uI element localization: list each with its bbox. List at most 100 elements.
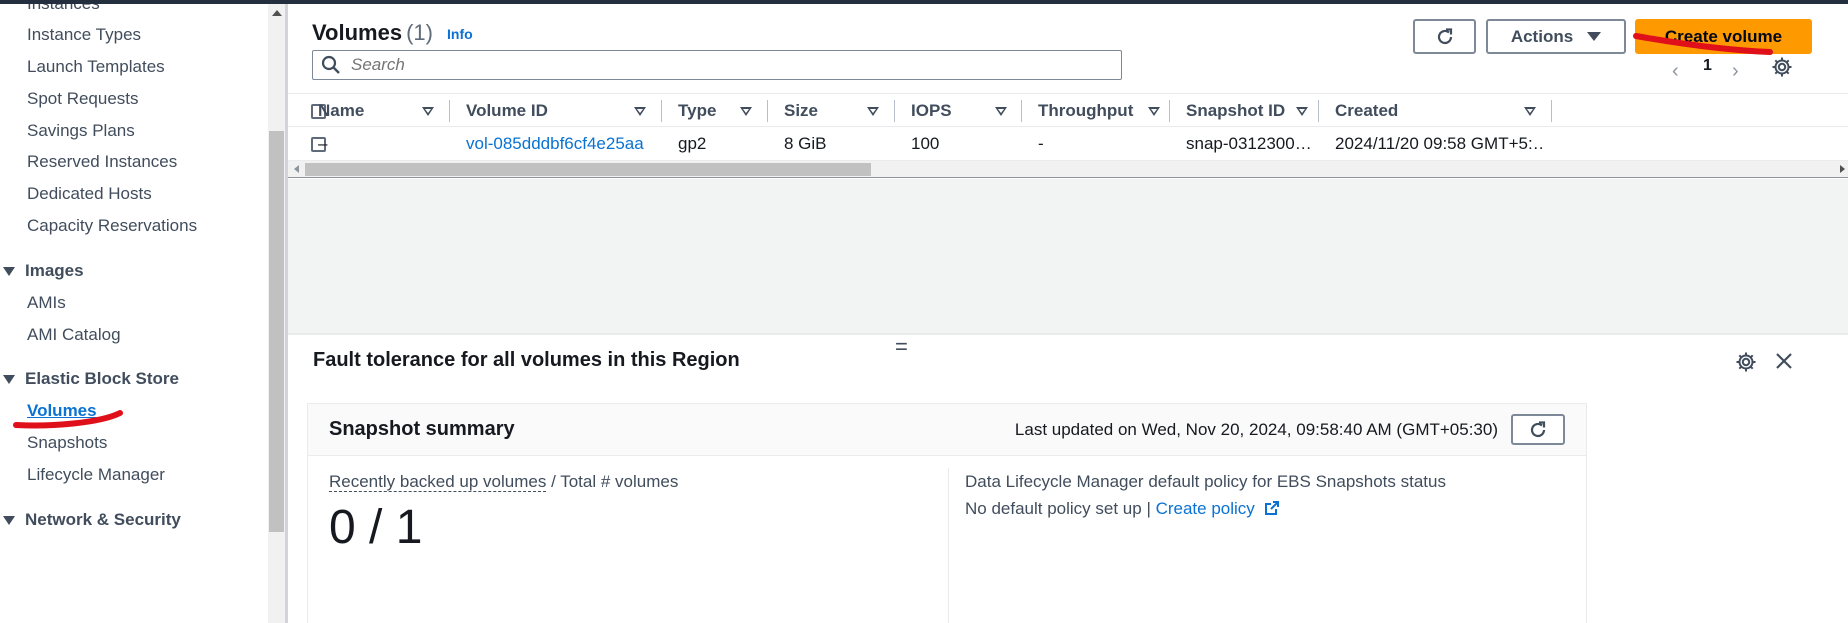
- column-separator[interactable]: [1318, 100, 1319, 122]
- main-content: Volumes(1) Info Actions Create volume ‹ …: [288, 4, 1848, 623]
- column-separator[interactable]: [449, 100, 450, 122]
- sidebar-item-ami-catalog[interactable]: AMI Catalog: [27, 325, 121, 345]
- sidebar-section-label: Elastic Block Store: [25, 369, 180, 388]
- sidebar-item-lifecycle-manager[interactable]: Lifecycle Manager: [27, 465, 165, 485]
- column-header-type[interactable]: Type: [678, 94, 768, 128]
- sort-icon[interactable]: [867, 107, 879, 116]
- dlm-policy-status-text: No default policy set up |: [965, 499, 1156, 518]
- cell-name: –: [318, 134, 328, 153]
- column-separator[interactable]: [1021, 100, 1022, 122]
- column-header-iops[interactable]: IOPS: [911, 94, 1021, 128]
- page-number[interactable]: 1: [1703, 57, 1712, 75]
- search-icon: [321, 55, 340, 74]
- sidebar-scrollbar-thumb[interactable]: [269, 131, 284, 532]
- sidebar-item-instances[interactable]: Instances: [27, 4, 100, 14]
- sort-icon[interactable]: [1296, 107, 1308, 116]
- sidebar-item-reserved-instances[interactable]: Reserved Instances: [27, 152, 177, 172]
- column-header-volume-id[interactable]: Volume ID: [466, 94, 661, 128]
- sidebar-section-network-security[interactable]: Network & Security: [0, 510, 181, 530]
- caret-down-icon: [3, 515, 15, 525]
- sidebar-item-spot-requests[interactable]: Spot Requests: [27, 89, 139, 109]
- table-scrollbar-thumb[interactable]: [305, 163, 871, 176]
- column-header-name[interactable]: Name: [318, 94, 448, 128]
- caret-down-icon: [3, 374, 15, 384]
- dlm-policy-status: No default policy set up | Create policy: [965, 499, 1280, 519]
- caret-down-icon: [3, 266, 15, 276]
- column-separator[interactable]: [1169, 100, 1170, 122]
- scroll-left-arrow-icon[interactable]: [294, 165, 299, 173]
- previous-page-icon[interactable]: ‹: [1672, 60, 1679, 83]
- cell-size: 8 GiB: [784, 134, 827, 153]
- cell-created: 2024/11/20 09:58 GMT+5:…: [1335, 134, 1545, 153]
- column-separator[interactable]: [894, 100, 895, 122]
- sidebar-item-snapshots[interactable]: Snapshots: [27, 433, 107, 453]
- create-policy-label: Create policy: [1155, 499, 1255, 518]
- column-header-label: IOPS: [911, 101, 952, 120]
- column-header-label: Type: [678, 101, 717, 120]
- sidebar-section-images[interactable]: Images: [0, 261, 84, 281]
- sidebar-section-elastic-block-store[interactable]: Elastic Block Store: [0, 369, 179, 389]
- recent-backups-link[interactable]: Recently backed up volumes: [329, 472, 547, 492]
- actions-button[interactable]: Actions: [1486, 19, 1626, 54]
- column-header-label: Snapshot ID: [1186, 101, 1286, 120]
- sort-icon[interactable]: [740, 107, 752, 116]
- external-link-icon: [1264, 501, 1279, 515]
- column-header-label: Name: [318, 101, 365, 120]
- sort-icon[interactable]: [1148, 107, 1160, 116]
- column-separator[interactable]: [1551, 100, 1552, 122]
- scroll-up-arrow-icon[interactable]: [272, 10, 282, 16]
- column-header-created[interactable]: Created: [1335, 94, 1545, 128]
- sort-icon[interactable]: [422, 107, 434, 116]
- column-header-throughput[interactable]: Throughput: [1038, 94, 1168, 128]
- column-header-snapshot-id[interactable]: Snapshot ID: [1186, 94, 1316, 128]
- table-horizontal-scrollbar[interactable]: [288, 161, 1848, 178]
- sort-icon[interactable]: [995, 107, 1007, 116]
- settings-gear-icon[interactable]: [1771, 56, 1793, 83]
- create-volume-button[interactable]: Create volume: [1635, 19, 1812, 54]
- resize-handle-icon[interactable]: =: [895, 334, 908, 360]
- page-title-text: Volumes: [312, 20, 403, 45]
- scroll-right-arrow-icon[interactable]: [1840, 165, 1845, 173]
- sort-icon[interactable]: [1524, 107, 1536, 116]
- column-header-label: Volume ID: [466, 101, 548, 120]
- snapshot-summary-title: Snapshot summary: [329, 418, 515, 440]
- settings-gear-icon[interactable]: [1735, 351, 1757, 378]
- sidebar-section-label: Network & Security: [25, 510, 181, 529]
- sidebar-item-instance-types[interactable]: Instance Types: [27, 25, 141, 45]
- split-panel-border: [288, 333, 1848, 335]
- sidebar-item-volumes[interactable]: Volumes: [27, 401, 97, 421]
- column-separator[interactable]: [767, 100, 768, 122]
- search-input[interactable]: [351, 55, 1111, 75]
- column-separator[interactable]: [661, 100, 662, 122]
- sidebar-item-dedicated-hosts[interactable]: Dedicated Hosts: [27, 184, 152, 204]
- fault-tolerance-title: Fault tolerance for all volumes in this …: [313, 349, 740, 371]
- summary-refresh-button[interactable]: [1511, 414, 1565, 445]
- cell-volume-id[interactable]: vol-085dddbf6cf4e25aa: [466, 127, 661, 161]
- dlm-policy-label: Data Lifecycle Manager default policy fo…: [965, 472, 1446, 491]
- sort-icon[interactable]: [634, 107, 646, 116]
- search-field[interactable]: [312, 50, 1122, 80]
- sidebar-item-capacity-reservations[interactable]: Capacity Reservations: [27, 216, 197, 236]
- table-empty-area: [288, 179, 1848, 334]
- column-header-label: Created: [1335, 101, 1399, 120]
- cell-throughput: -: [1038, 134, 1044, 153]
- sidebar-section-label: Images: [25, 261, 84, 280]
- next-page-icon[interactable]: ›: [1732, 60, 1739, 83]
- column-header-label: Size: [784, 101, 819, 120]
- refresh-icon: [1437, 27, 1452, 44]
- actions-button-label: Actions: [1510, 26, 1574, 46]
- close-icon[interactable]: [1774, 351, 1794, 376]
- snapshot-summary-header: Snapshot summary Last updated on Wed, No…: [308, 404, 1586, 456]
- recent-backups-suffix: / Total # volumes: [546, 472, 679, 491]
- sidebar-item-savings-plans[interactable]: Savings Plans: [27, 121, 135, 141]
- column-header-size[interactable]: Size: [784, 94, 894, 128]
- table-header: Name Volume ID Type Size IOPS Throughput: [288, 93, 1848, 127]
- caret-down-icon: [1587, 32, 1602, 41]
- cell-type: gp2: [678, 134, 707, 153]
- table-row[interactable]: – vol-085dddbf6cf4e25aa gp2 8 GiB 100 - …: [288, 127, 1848, 161]
- refresh-button[interactable]: [1413, 19, 1476, 54]
- create-policy-link[interactable]: Create policy: [1156, 499, 1280, 518]
- info-link[interactable]: Info: [447, 26, 473, 42]
- sidebar-item-launch-templates[interactable]: Launch Templates: [27, 57, 165, 77]
- sidebar-item-amis[interactable]: AMIs: [27, 293, 66, 313]
